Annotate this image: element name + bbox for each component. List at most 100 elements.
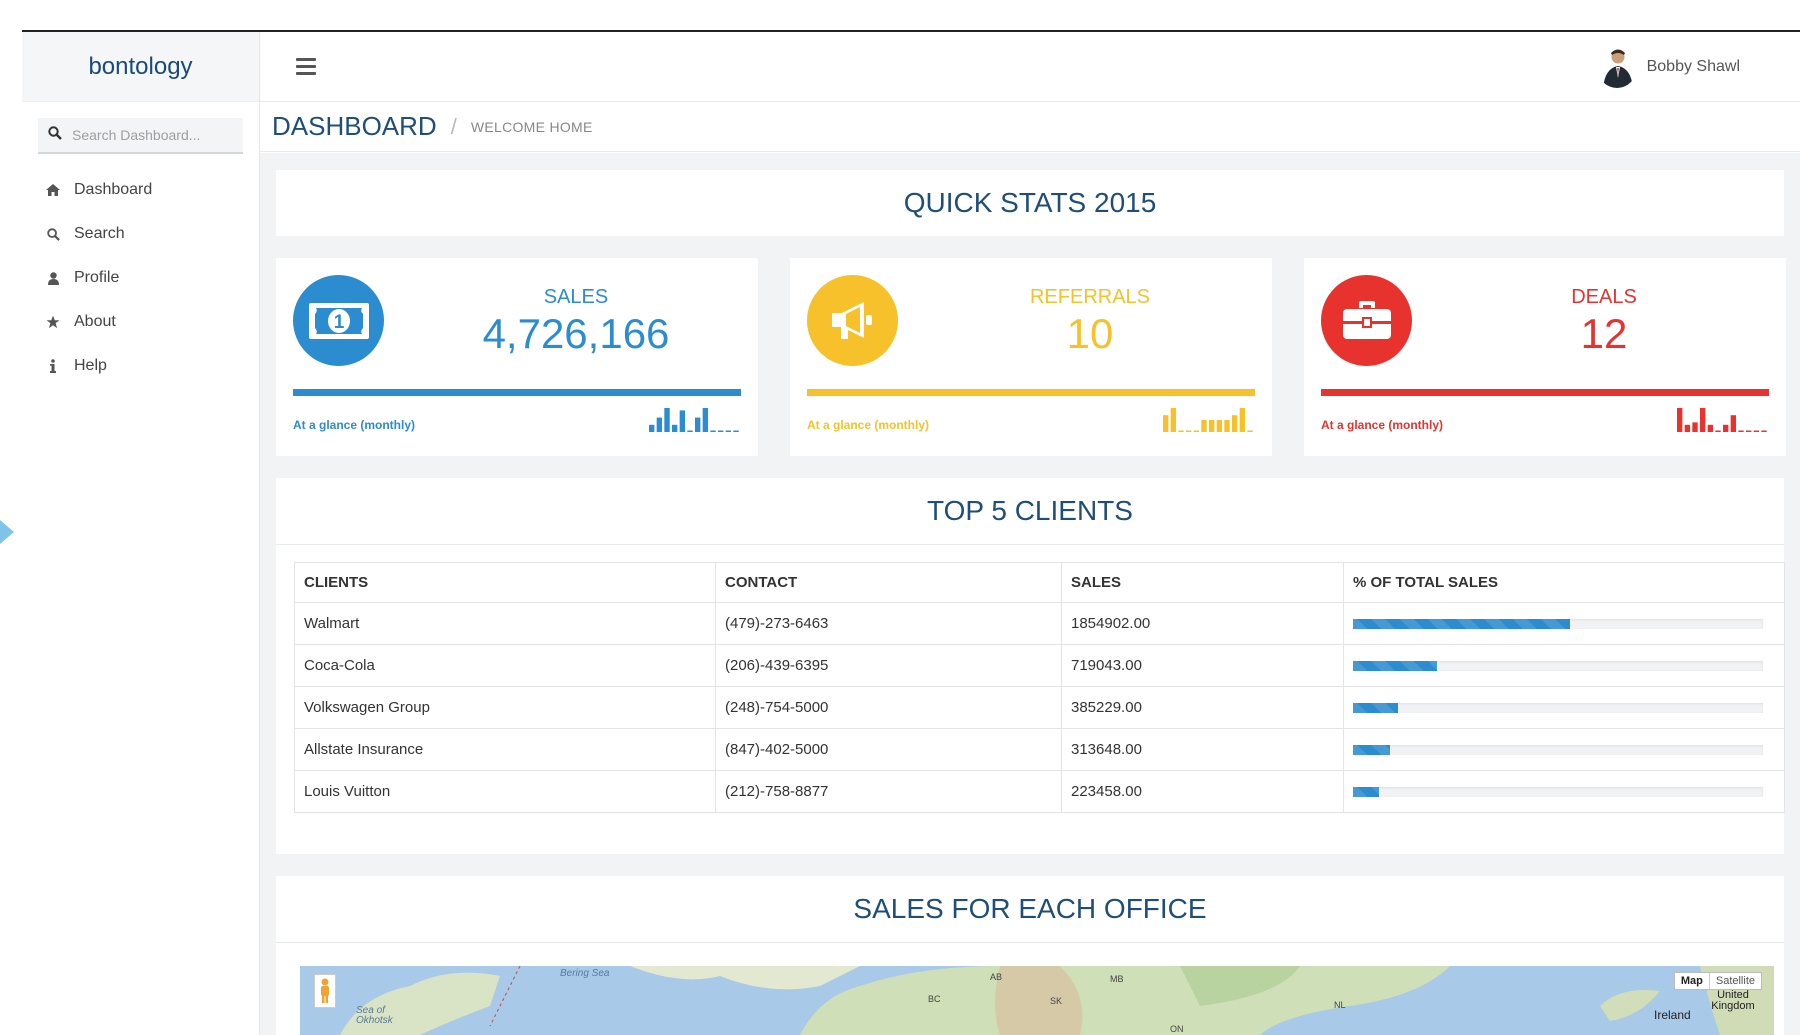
stat-label: REFERRALS (1029, 286, 1151, 308)
table-row[interactable]: Walmart (479)-273-6463 1854902.00 (294, 602, 1785, 645)
client-sales: 1854902.00 (1061, 602, 1344, 645)
spark-bar (679, 410, 686, 432)
svg-text:1: 1 (333, 312, 344, 333)
sidebar-item-profile[interactable]: Profile (22, 256, 259, 300)
client-name: Walmart (294, 602, 716, 645)
sidebar-item-help[interactable]: Help (22, 344, 259, 388)
sales-share-bar (1353, 660, 1763, 671)
briefcase-icon (1321, 275, 1412, 366)
column-header-percent[interactable]: % OF TOTAL SALES (1343, 562, 1785, 603)
map-label: MB (1110, 974, 1124, 984)
page-title: DASHBOARD (272, 111, 437, 141)
spark-bar (649, 424, 655, 432)
search-icon (48, 125, 62, 145)
spark-bar (1224, 420, 1230, 432)
top-header: Bobby Shawl (260, 32, 1800, 102)
spark-bar (664, 408, 670, 432)
spark-bar (1723, 424, 1729, 432)
avatar (1596, 46, 1637, 88)
map-label: AB (990, 972, 1003, 982)
map-button[interactable]: Map (1675, 973, 1710, 989)
spark-bar (1216, 420, 1223, 432)
referrals-sparkline (1163, 408, 1253, 432)
breadcrumb-current[interactable]: WELCOME HOME (471, 119, 593, 135)
quick-stats-title: QUICK STATS 2015 (903, 187, 1157, 218)
spark-empty-bar (1715, 430, 1721, 432)
satellite-button[interactable]: Satellite (1710, 973, 1761, 989)
map-label: Bering Sea (560, 968, 610, 979)
sales-share-fill (1353, 618, 1571, 629)
collapse-arrow-icon[interactable] (0, 520, 14, 544)
street-view-pegman-icon[interactable] (314, 974, 336, 1008)
star-icon (46, 315, 60, 329)
stat-card-referrals: REFERRALS 10 At a glance (monthly) (790, 258, 1272, 456)
stat-divider-bar (1321, 389, 1769, 396)
sidebar-item-label: About (74, 313, 116, 330)
spark-bar (695, 417, 701, 432)
office-map[interactable]: Map Satellite Bering Sea Sea of Okhotsk … (300, 966, 1774, 1035)
user-name: Bobby Shawl (1646, 58, 1740, 75)
sidebar-item-label: Search (74, 225, 125, 242)
stat-label: SALES (543, 286, 609, 308)
table-row[interactable]: Volkswagen Group (248)-754-5000 385229.0… (294, 686, 1785, 729)
spark-bar (1163, 415, 1169, 432)
sidebar: bontology Dashboard Search Profile About… (22, 32, 260, 1035)
table-row[interactable]: Coca-Cola (206)-439-6395 719043.00 (294, 644, 1785, 687)
glance-link[interactable]: At a glance (monthly) (293, 418, 415, 432)
spark-bar (1730, 415, 1737, 432)
clients-table: CLIENTS CONTACT SALES % OF TOTAL SALES W… (294, 562, 1785, 813)
spark-empty-bar (1247, 430, 1253, 432)
spark-empty-bar (1746, 430, 1752, 432)
user-icon (46, 271, 60, 285)
sidebar-item-label: Dashboard (74, 181, 153, 198)
client-contact: (248)-754-5000 (715, 686, 1062, 729)
spark-bar (1692, 422, 1698, 432)
sales-share-fill (1353, 702, 1399, 713)
column-header-clients[interactable]: CLIENTS (294, 562, 716, 603)
sales-share-fill (1353, 744, 1390, 755)
spark-empty-bar (1753, 430, 1760, 432)
spark-bar (1707, 424, 1714, 432)
sales-share-bar (1353, 744, 1763, 755)
client-contact: (212)-758-8877 (715, 770, 1062, 813)
client-name: Allstate Insurance (294, 728, 716, 771)
client-sales: 719043.00 (1061, 644, 1344, 687)
map-label: SK (1050, 996, 1063, 1006)
spark-empty-bar (1186, 430, 1192, 432)
client-contact: (479)-273-6463 (715, 602, 1062, 645)
sales-share-bar (1353, 618, 1763, 629)
menu-toggle-icon[interactable] (296, 58, 316, 76)
search-input[interactable] (72, 127, 242, 143)
money-icon: 1 (293, 275, 384, 366)
quick-stats-panel: QUICK STATS 2015 (276, 170, 1784, 236)
stat-value: 10 (1066, 310, 1114, 357)
spark-bar (1700, 408, 1706, 432)
sales-sparkline (649, 408, 739, 432)
spark-bar (1232, 415, 1238, 432)
spark-bar (702, 408, 709, 432)
app-window: bontology Dashboard Search Profile About… (0, 0, 1800, 1035)
spark-bar (1677, 408, 1683, 432)
stat-card-sales: 1 SALES 4,726,166 At a glance (monthly) (276, 258, 758, 456)
sidebar-item-search[interactable]: Search (22, 212, 259, 256)
glance-link[interactable]: At a glance (monthly) (1321, 418, 1443, 432)
spark-bar (1239, 408, 1246, 432)
column-header-contact[interactable]: CONTACT (715, 562, 1062, 603)
client-name: Louis Vuitton (294, 770, 716, 813)
stat-card-deals: DEALS 12 At a glance (monthly) (1304, 258, 1786, 456)
brand-logo[interactable]: bontology (22, 32, 259, 102)
sidebar-item-label: Help (74, 357, 107, 374)
stat-value: 12 (1580, 310, 1628, 357)
table-row[interactable]: Allstate Insurance (847)-402-5000 313648… (294, 728, 1785, 771)
glance-link[interactable]: At a glance (monthly) (807, 418, 929, 432)
sidebar-item-dashboard[interactable]: Dashboard (22, 168, 259, 212)
top-clients-title: TOP 5 CLIENTS (276, 478, 1784, 545)
sidebar-item-about[interactable]: About (22, 300, 259, 344)
column-header-sales[interactable]: SALES (1061, 562, 1344, 603)
client-sales: 313648.00 (1061, 728, 1344, 771)
sales-share-cell (1343, 602, 1785, 645)
spark-empty-bar (733, 430, 739, 432)
stat-value: 4,726,166 (482, 310, 670, 357)
table-row[interactable]: Louis Vuitton (212)-758-8877 223458.00 (294, 770, 1785, 813)
user-menu[interactable]: Bobby Shawl (1596, 46, 1740, 88)
